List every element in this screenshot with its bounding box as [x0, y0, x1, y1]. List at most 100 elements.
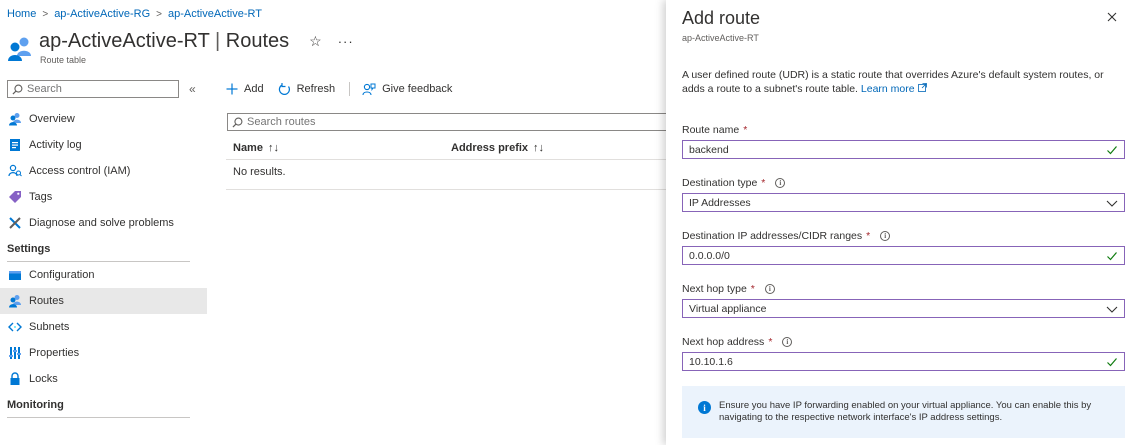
breadcrumb-home[interactable]: Home	[7, 8, 36, 20]
next-hop-type-dropdown[interactable]: Virtual appliance	[682, 299, 1125, 318]
destination-ip-field[interactable]	[682, 246, 1125, 265]
destination-type-label: Destination type * i	[682, 177, 786, 189]
sidebar-item-diagnose[interactable]: Diagnose and solve problems	[0, 210, 207, 236]
routes-search-input[interactable]	[247, 116, 547, 128]
external-link-icon	[917, 83, 927, 92]
refresh-button[interactable]: Refresh	[278, 82, 335, 96]
breadcrumb-separator: >	[156, 8, 163, 20]
sidebar-section-monitoring: Monitoring	[0, 392, 207, 418]
plus-icon	[226, 83, 238, 95]
route-name-input[interactable]	[689, 143, 1089, 156]
required-mark: *	[768, 336, 773, 348]
sidebar-item-properties[interactable]: Properties	[0, 340, 207, 366]
empty-results-text: No results.	[233, 166, 286, 178]
sidebar-search-box[interactable]	[7, 80, 179, 98]
sidebar-item-label: Activity log	[29, 139, 82, 151]
page-title-name: ap-ActiveActive-RT	[39, 30, 210, 52]
sidebar-item-label: Diagnose and solve problems	[29, 217, 174, 229]
ip-forwarding-info-message: i Ensure you have IP forwarding enabled …	[682, 386, 1125, 438]
destination-ip-label: Destination IP addresses/CIDR ranges * i	[682, 230, 891, 242]
valid-check-icon	[1107, 146, 1117, 155]
breadcrumb-separator: >	[42, 8, 49, 20]
subnet-icon	[8, 320, 22, 334]
add-button-label: Add	[244, 83, 264, 95]
next-hop-type-label: Next hop type * i	[682, 283, 775, 295]
grid-divider	[226, 189, 666, 190]
next-hop-type-value: Virtual appliance	[689, 302, 767, 315]
next-hop-address-label: Next hop address * i	[682, 336, 793, 348]
panel-subtitle: ap-ActiveActive-RT	[682, 33, 759, 43]
people-icon	[8, 112, 22, 126]
favorite-star-icon[interactable]: ☆	[309, 33, 322, 50]
required-mark: *	[761, 177, 766, 189]
required-mark: *	[743, 124, 748, 136]
routes-search-box[interactable]	[227, 113, 667, 131]
iam-icon	[8, 164, 22, 178]
search-icon	[12, 84, 23, 95]
sidebar-item-label: Subnets	[29, 321, 70, 333]
route-name-label-text: Route name	[682, 124, 740, 136]
info-icon[interactable]: i	[775, 178, 786, 188]
destination-type-dropdown[interactable]: IP Addresses	[682, 193, 1125, 212]
column-name-label: Name	[233, 141, 263, 154]
next-hop-address-input[interactable]	[689, 355, 1089, 368]
config-icon	[8, 268, 22, 282]
chevron-down-icon	[1106, 306, 1118, 313]
learn-more-label: Learn more	[860, 83, 915, 95]
sidebar-item-overview[interactable]: Overview	[0, 106, 207, 132]
sidebar-item-iam[interactable]: Access control (IAM)	[0, 158, 207, 184]
sort-icon: ↑↓	[533, 141, 545, 154]
info-icon[interactable]: i	[782, 337, 793, 347]
sidebar-item-configuration[interactable]: Configuration	[0, 262, 207, 288]
column-header-address-prefix[interactable]: Address prefix ↑↓	[451, 142, 544, 154]
column-prefix-label: Address prefix	[451, 141, 529, 154]
give-feedback-button[interactable]: Give feedback	[362, 83, 452, 96]
sidebar-item-routes[interactable]: Routes	[0, 288, 207, 314]
info-icon[interactable]: i	[880, 231, 891, 241]
add-route-button[interactable]: Add	[226, 83, 264, 95]
sidebar-item-locks[interactable]: Locks	[0, 366, 207, 392]
sidebar-item-label: Access control (IAM)	[29, 165, 131, 177]
collapse-sidebar-icon[interactable]: «	[189, 82, 196, 96]
command-bar: Add Refresh Give feedback	[226, 78, 666, 100]
destination-ip-input[interactable]	[689, 249, 1089, 262]
close-icon[interactable]	[1105, 10, 1119, 24]
sidebar-search-input[interactable]	[27, 83, 167, 95]
sidebar-item-label: Configuration	[29, 269, 95, 281]
more-options-icon[interactable]: ···	[338, 34, 354, 49]
tag-icon	[8, 190, 22, 204]
wrench-icon	[8, 216, 22, 230]
add-route-panel: Add route ap-ActiveActive-RT A user defi…	[666, 0, 1134, 445]
panel-title: Add route	[682, 8, 761, 28]
info-circle-icon: i	[698, 401, 711, 414]
sidebar-item-subnets[interactable]: Subnets	[0, 314, 207, 340]
log-icon	[8, 138, 22, 152]
routes-grid-header: Name ↑↓ Address prefix ↑↓	[226, 136, 666, 160]
refresh-icon	[278, 82, 290, 95]
info-icon[interactable]: i	[764, 284, 775, 294]
page-title: ap-ActiveActive-RT | Routes	[39, 30, 289, 53]
sidebar-nav: Overview Activity log Access control (IA…	[0, 106, 207, 418]
route-name-field[interactable]	[682, 140, 1125, 159]
required-mark: *	[750, 283, 755, 295]
destination-type-value: IP Addresses	[689, 196, 751, 209]
sidebar-item-label: Overview	[29, 113, 75, 125]
route-table-icon	[7, 36, 33, 62]
sidebar-item-tags[interactable]: Tags	[0, 184, 207, 210]
feedback-icon	[362, 83, 376, 95]
breadcrumb: Home > ap-ActiveActive-RG > ap-ActiveAct…	[7, 8, 262, 20]
sidebar-item-label: Locks	[29, 373, 58, 385]
panel-description: A user defined route (UDR) is a static r…	[682, 68, 1122, 96]
sidebar-item-label: Tags	[29, 191, 53, 203]
breadcrumb-resource-group[interactable]: ap-ActiveActive-RG	[54, 8, 150, 20]
breadcrumb-route-table[interactable]: ap-ActiveActive-RT	[168, 8, 262, 20]
sidebar-item-label: Properties	[29, 347, 80, 359]
next-hop-address-field[interactable]	[682, 352, 1125, 371]
lock-icon	[8, 372, 22, 386]
sidebar-item-activity-log[interactable]: Activity log	[0, 132, 207, 158]
column-header-name[interactable]: Name ↑↓	[233, 142, 279, 154]
search-icon	[232, 117, 243, 128]
learn-more-link[interactable]: Learn more	[861, 83, 927, 95]
page-subtitle: Route table	[40, 55, 87, 65]
sort-icon: ↑↓	[267, 141, 279, 154]
